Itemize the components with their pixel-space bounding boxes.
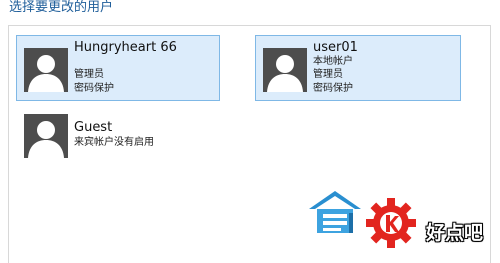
manage-accounts-page: 选择要更改的用户 Hungryheart 66 管理员 密码保护 user01 …	[0, 0, 500, 263]
account-status: 来宾帐户没有启用	[74, 137, 154, 148]
watermark-text: 好点吧	[426, 222, 484, 244]
accounts-panel: Hungryheart 66 管理员 密码保护 user01 本地帐户 管理员 …	[8, 25, 491, 263]
account-role: 管理员	[313, 69, 343, 80]
account-tile-hungryheart[interactable]: Hungryheart 66 管理员 密码保护	[16, 35, 220, 101]
account-name: Hungryheart 66	[74, 40, 177, 55]
page-heading: 选择要更改的用户	[9, 0, 114, 15]
account-tile-user01[interactable]: user01 本地帐户 管理员 密码保护	[255, 35, 461, 101]
user-avatar-icon	[24, 114, 68, 158]
account-name: Guest	[74, 120, 113, 135]
account-tile-guest[interactable]: Guest 来宾帐户没有启用	[16, 109, 220, 175]
house-logo-icon	[305, 187, 365, 237]
account-role: 管理员	[74, 69, 104, 80]
gear-logo-icon	[364, 196, 418, 250]
account-password-status: 密码保护	[313, 83, 353, 94]
user-avatar-icon	[263, 48, 307, 92]
account-type: 本地帐户	[313, 56, 353, 67]
account-password-status: 密码保护	[74, 83, 114, 94]
user-avatar-icon	[24, 48, 68, 92]
account-name: user01	[313, 40, 358, 55]
